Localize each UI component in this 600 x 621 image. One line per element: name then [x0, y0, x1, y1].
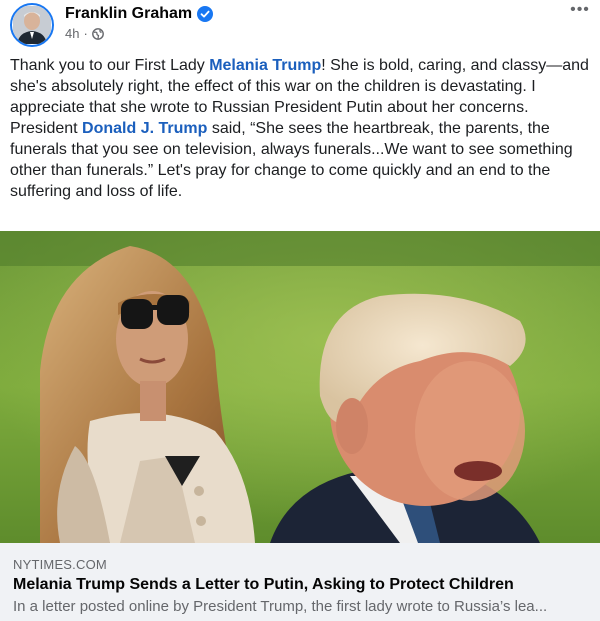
verified-badge-icon: [197, 6, 214, 22]
post-header: Franklin Graham 4h · •••: [0, 0, 600, 48]
more-options-icon[interactable]: •••: [566, 2, 594, 23]
link-description: In a letter posted online by President T…: [13, 598, 548, 615]
author-avatar[interactable]: [10, 3, 54, 47]
author-name[interactable]: Franklin Graham: [65, 5, 192, 23]
avatar-photo: [13, 6, 51, 44]
post-meta: 4h ·: [65, 26, 104, 41]
photo-illustration: [0, 231, 600, 543]
mention-link[interactable]: Melania Trump: [209, 57, 321, 74]
link-domain: NYTIMES.COM: [13, 557, 107, 572]
link-preview-image[interactable]: [0, 231, 600, 543]
globe-icon: [91, 27, 104, 40]
author-row: Franklin Graham: [65, 5, 214, 23]
post-timestamp[interactable]: 4h: [65, 26, 79, 41]
mention-link[interactable]: Donald J. Trump: [82, 120, 207, 137]
link-title[interactable]: Melania Trump Sends a Letter to Putin, A…: [13, 576, 514, 594]
post-text-part: Thank you to our First Lady: [10, 57, 210, 74]
link-preview-card[interactable]: NYTIMES.COM Melania Trump Sends a Letter…: [0, 543, 600, 621]
post-body: Thank you to our First Lady Melania Trum…: [10, 55, 590, 202]
meta-separator: ·: [83, 26, 88, 41]
